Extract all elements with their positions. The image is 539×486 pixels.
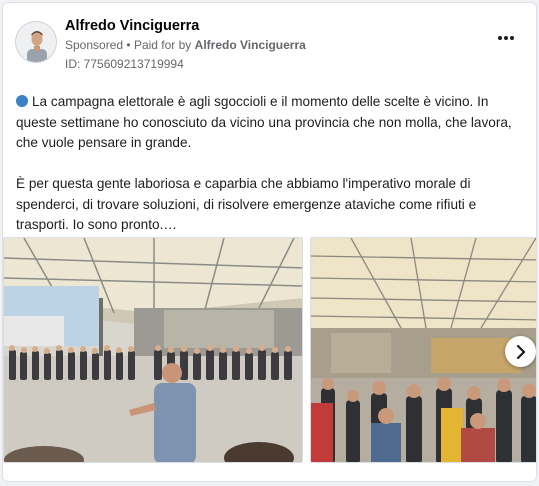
carousel-next-button[interactable] <box>505 336 536 367</box>
carousel-image-1[interactable] <box>3 237 303 463</box>
sponsor-line: Sponsored • Paid for by Alfredo Vincigue… <box>65 38 306 52</box>
paid-by-prefix: Paid for by <box>133 38 192 52</box>
author-avatar[interactable] <box>15 21 57 63</box>
more-dot <box>504 36 508 40</box>
post-paragraph-1: La campagna elettorale è agli sgoccioli … <box>16 92 524 154</box>
paid-by-name: Alfredo Vinciguerra <box>194 38 306 52</box>
post-paragraph-2: È per questa gente laboriosa e caparbia … <box>16 176 477 232</box>
ad-id: ID: 775609213719994 <box>65 57 184 71</box>
chevron-right-icon <box>516 344 525 359</box>
separator-dot: • <box>126 38 131 52</box>
post-text: La campagna elettorale è agli sgoccioli … <box>16 92 524 236</box>
more-horizontal-icon <box>498 36 502 40</box>
sponsored-label[interactable]: Sponsored <box>65 38 123 52</box>
paragraph-1-text: La campagna elettorale è agli sgoccioli … <box>16 94 512 150</box>
image-carousel <box>3 237 536 463</box>
avatar-image <box>16 22 56 62</box>
more-options-button[interactable] <box>494 31 518 45</box>
blue-circle-icon <box>16 95 28 107</box>
post-footer <box>3 465 536 481</box>
author-name[interactable]: Alfredo Vinciguerra <box>65 18 199 34</box>
carousel-image-2[interactable] <box>310 237 536 463</box>
sponsored-post-card: Alfredo Vinciguerra Sponsored • Paid for… <box>2 2 537 482</box>
more-dot <box>510 36 514 40</box>
